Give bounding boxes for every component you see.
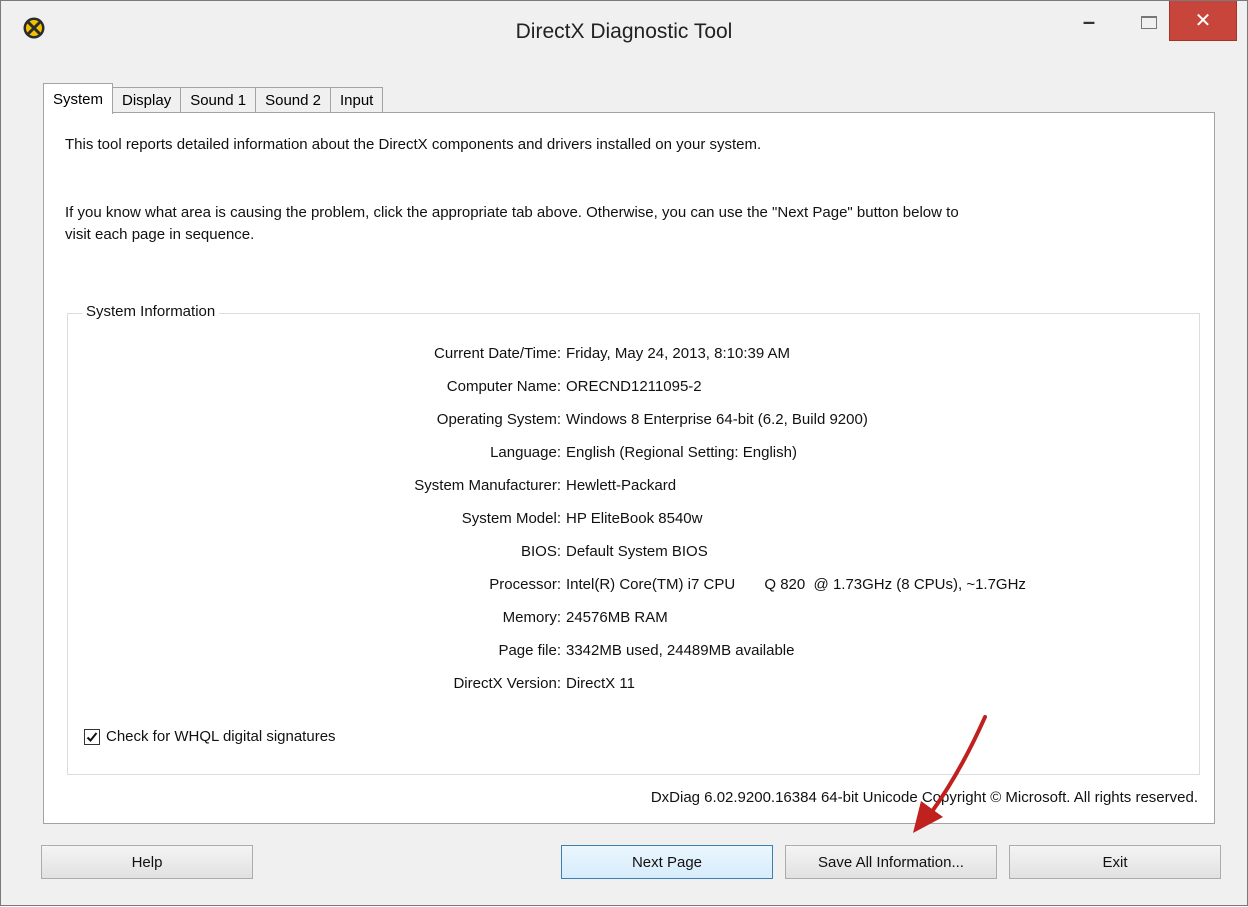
info-label: DirectX Version: [453,675,561,692]
exit-button[interactable]: Exit [1009,845,1221,879]
info-label: System Model: [461,510,561,527]
info-value: English (Regional Setting: English) [566,444,797,461]
help-button[interactable]: Help [41,845,253,879]
dxdiag-window: DirectX Diagnostic Tool – ✕ System Displ… [0,0,1248,906]
tab-display[interactable]: Display [113,87,182,113]
info-value: ORECND1211095-2 [566,378,702,395]
checkmark-icon [86,731,98,742]
close-button[interactable]: ✕ [1169,1,1237,41]
whql-checkbox[interactable] [84,728,100,745]
info-value: Friday, May 24, 2013, 8:10:39 AM [566,345,791,362]
intro-text: This tool reports detailed information a… [65,136,762,153]
info-row-processor: Processor: Intel(R) Core(TM) i7 CPU Q 82… [68,576,1201,598]
info-value: Default System BIOS [566,543,708,560]
whql-checkbox-label: Check for WHQL digital signatures [106,728,336,745]
info-label: Operating System: [436,411,561,428]
info-value: DirectX 11 [566,675,635,692]
whql-checkbox-row[interactable]: Check for WHQL digital signatures [84,728,336,745]
info-value: 24576MB RAM [566,609,668,626]
next-page-button[interactable]: Next Page [561,845,773,879]
info-row-directx-version: DirectX Version: DirectX 11 [68,675,1201,697]
info-label: Page file: [498,642,561,659]
info-row-system-model: System Model: HP EliteBook 8540w [68,510,1201,532]
maximize-icon [1141,15,1157,29]
copyright-text: DxDiag 6.02.9200.16384 64-bit Unicode Co… [650,789,1198,806]
info-label: System Manufacturer: [414,477,561,494]
info-value: Hewlett-Packard [566,477,677,494]
group-title: System Information [82,303,220,320]
info-label: Language: [490,444,561,461]
system-tab-panel: This tool reports detailed information a… [43,112,1215,824]
close-icon: ✕ [1194,10,1212,32]
tab-system[interactable]: System [43,83,114,114]
minimize-button[interactable]: – [1059,1,1119,43]
tab-strip: System Display Sound 1 Sound 2 Input [43,83,384,114]
title-bar: DirectX Diagnostic Tool – ✕ [1,1,1247,63]
info-row-bios: BIOS: Default System BIOS [68,543,1201,565]
instructions-line-2: visit each page in sequence. [65,226,255,243]
info-row-date-time: Current Date/Time: Friday, May 24, 2013,… [68,345,1201,367]
info-label: Current Date/Time: [434,345,561,362]
tab-sound-1[interactable]: Sound 1 [181,87,257,113]
info-label: Computer Name: [446,378,561,395]
info-row-language: Language: English (Regional Setting: Eng… [68,444,1201,466]
info-value: HP EliteBook 8540w [566,510,703,527]
tab-sound-2[interactable]: Sound 2 [256,87,331,113]
info-value: 3342MB used, 24489MB available [566,642,795,659]
info-label: Memory: [502,609,561,626]
system-information-group: System Information Current Date/Time: Fr… [67,303,1201,775]
instructions-line-1: If you know what area is causing the pro… [65,204,959,221]
minimize-icon: – [1082,9,1096,34]
info-row-page-file: Page file: 3342MB used, 24489MB availabl… [68,642,1201,664]
info-label: BIOS: [520,543,561,560]
info-row-computer-name: Computer Name: ORECND1211095-2 [68,378,1201,400]
info-row-operating-system: Operating System: Windows 8 Enterprise 6… [68,411,1201,433]
save-all-information-button[interactable]: Save All Information... [785,845,997,879]
tab-input[interactable]: Input [330,87,384,113]
info-label: Processor: [489,576,561,593]
info-value: Windows 8 Enterprise 64-bit (6.2, Build … [566,411,868,428]
info-value: Intel(R) Core(TM) i7 CPU Q 820 @ 1.73GHz… [566,576,1026,593]
info-row-system-manufacturer: System Manufacturer: Hewlett-Packard [68,477,1201,499]
info-row-memory: Memory: 24576MB RAM [68,609,1201,631]
